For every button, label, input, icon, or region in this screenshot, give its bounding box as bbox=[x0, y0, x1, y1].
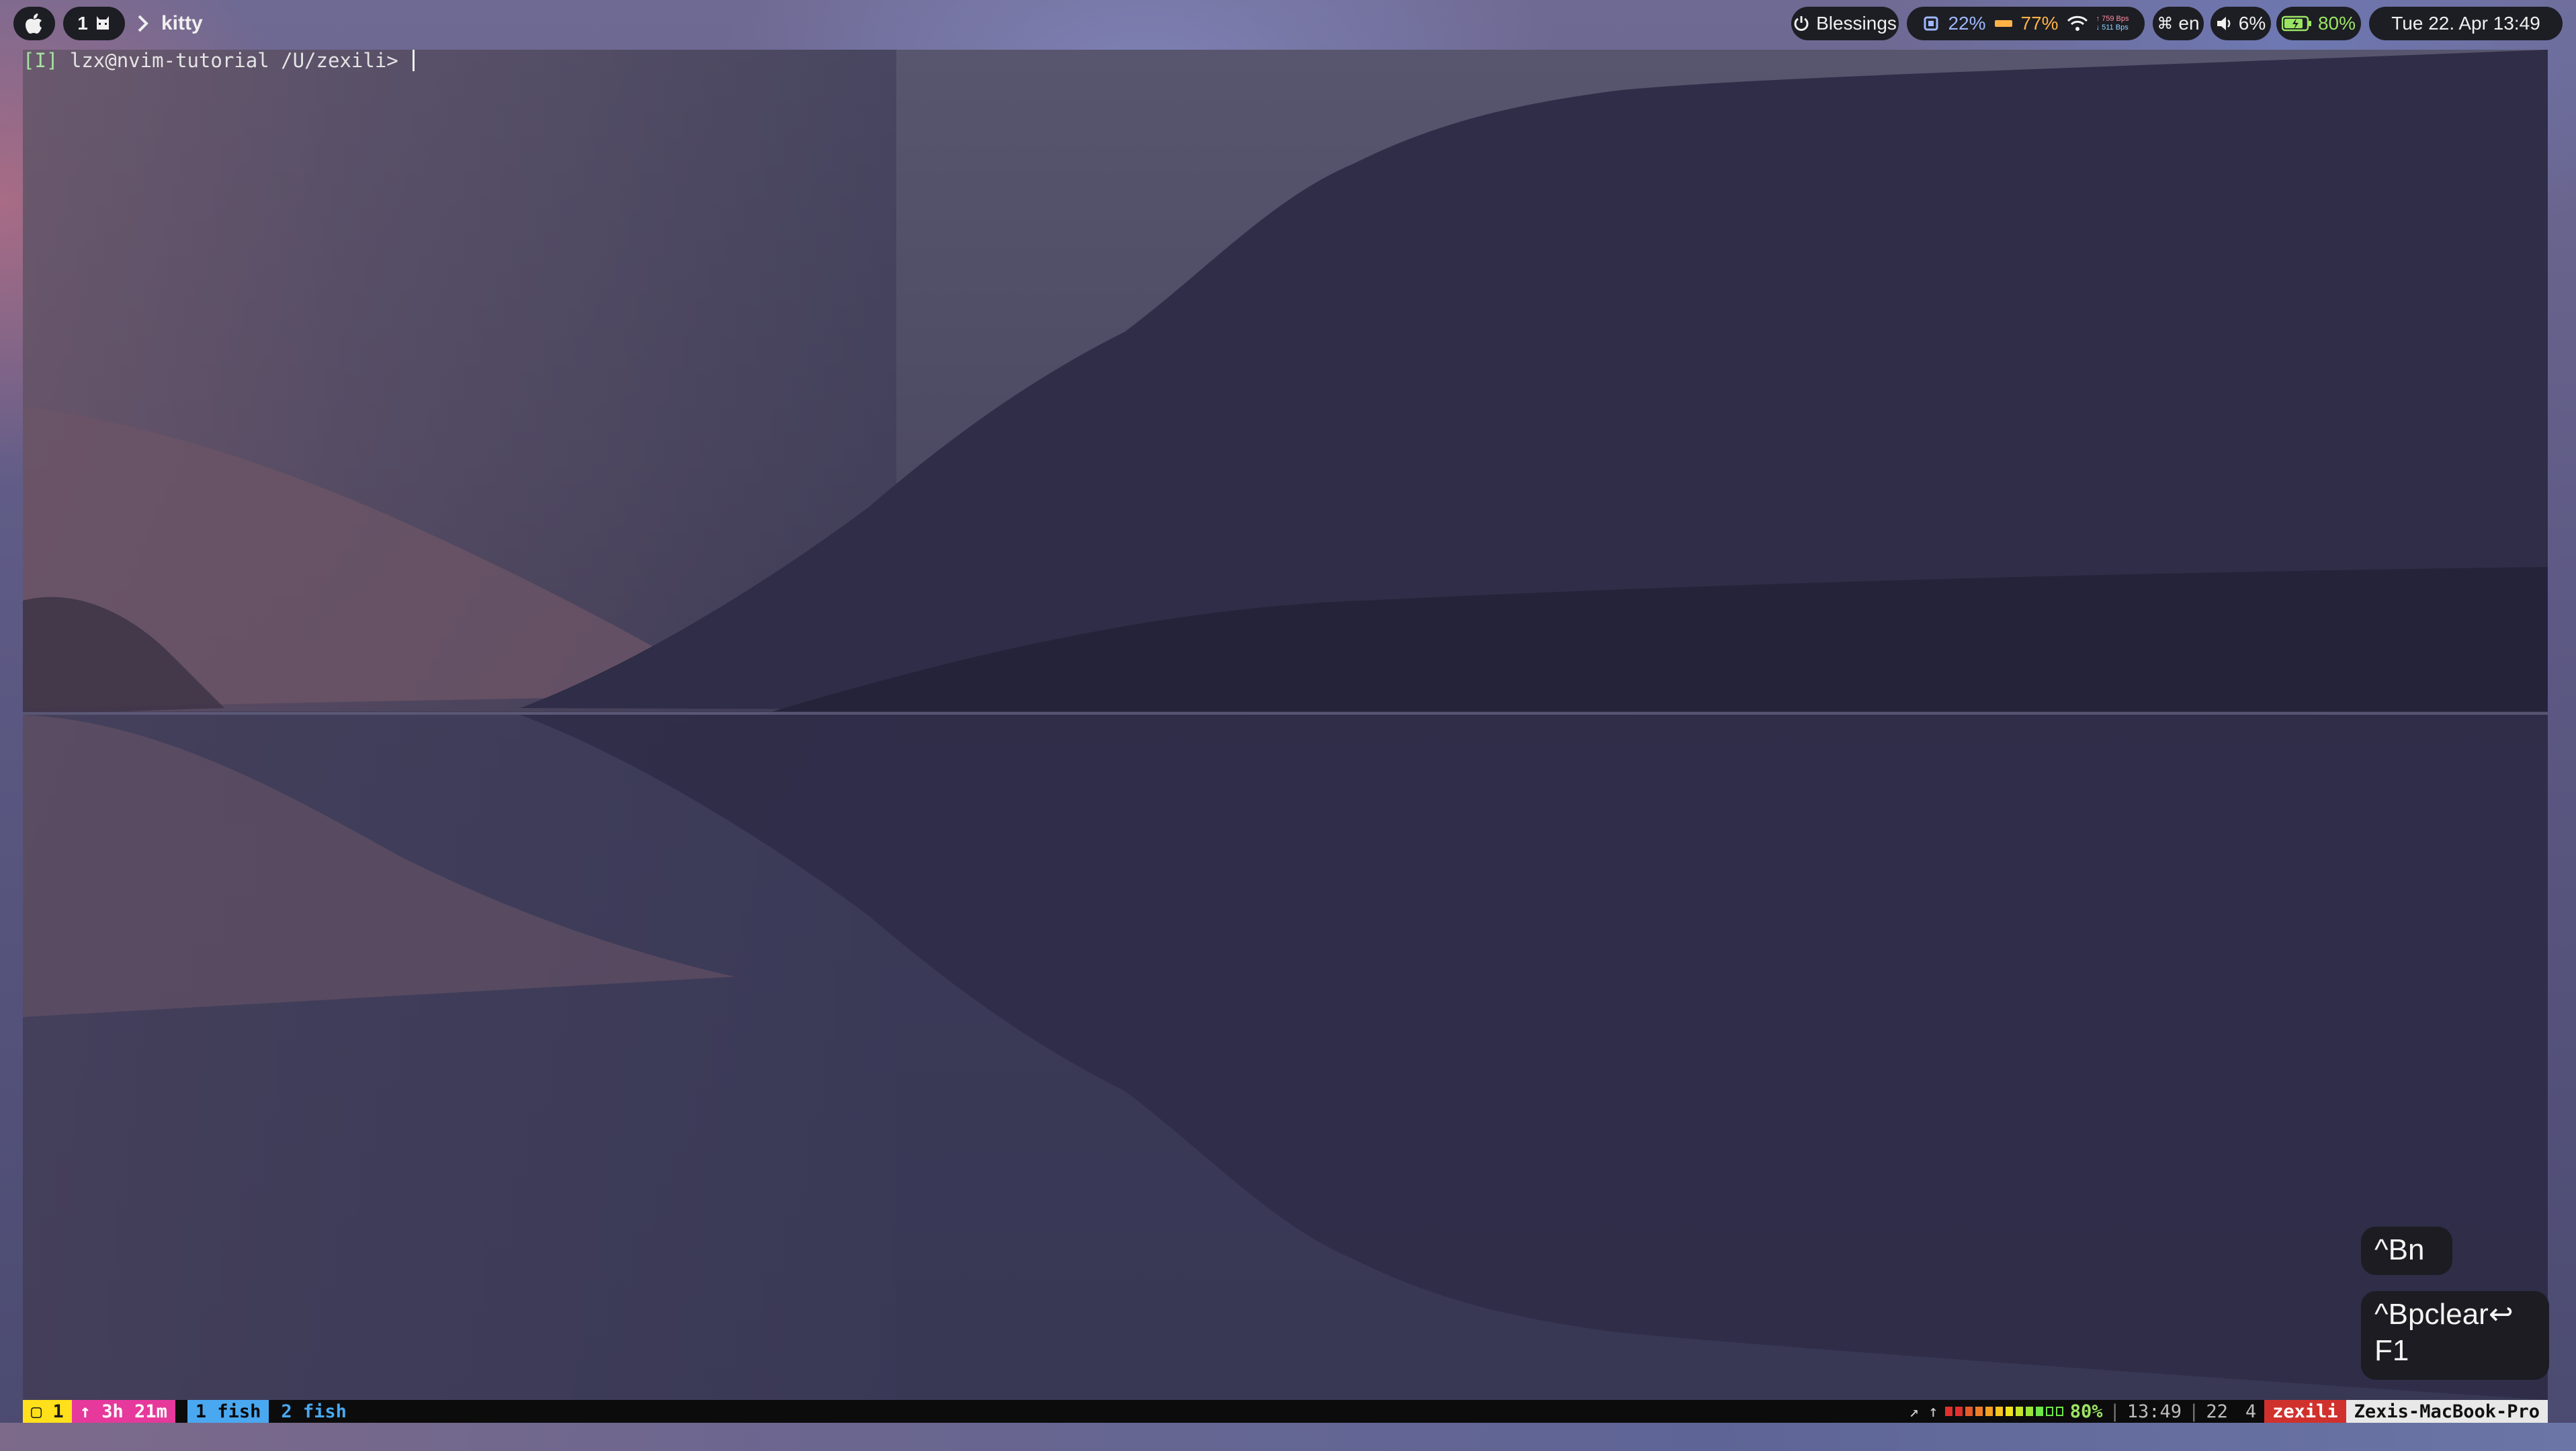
tmux-window-inactive[interactable]: 2 fish bbox=[273, 1400, 355, 1423]
tmux-uptime: ↑ 3h 21m bbox=[71, 1400, 175, 1423]
current-path: /U/zexili bbox=[281, 49, 387, 72]
input-source-widget[interactable]: ⌘ en bbox=[2153, 7, 2204, 40]
battery-charging-icon bbox=[2281, 15, 2313, 32]
command-key-icon: ⌘ bbox=[2157, 14, 2174, 33]
battery-value: 80% bbox=[2317, 13, 2356, 34]
separator: | bbox=[2188, 1401, 2200, 1422]
tmux-date-num: 4 bbox=[2245, 1401, 2257, 1422]
tmux-right-status: ↗ ↑ 80% | 13:49 | 22 4 zexili Zexis-MacB… bbox=[1909, 1400, 2548, 1423]
memory-icon bbox=[1994, 19, 2013, 28]
network-throughput: ↑ 759 Bps ↓ 511 Bps bbox=[2096, 15, 2129, 32]
terminal-background-wallpaper bbox=[23, 50, 2548, 1400]
tmux-battery-bars bbox=[1944, 1407, 2063, 1416]
tmux-host: Zexis-MacBook-Pro bbox=[2346, 1400, 2548, 1423]
datetime-value: Tue 22. Apr 13:49 bbox=[2391, 13, 2540, 34]
blessings-label: Blessings bbox=[1816, 13, 1897, 34]
input-source-value: en bbox=[2178, 13, 2200, 34]
cpu-value: 22% bbox=[1948, 13, 1986, 34]
kitty-cat-icon bbox=[95, 15, 111, 32]
wifi-icon bbox=[2067, 15, 2088, 32]
menu-bar: 1 kitty Blessings 22% 77% ↑ 759 Bps ↓ 51… bbox=[0, 0, 2576, 47]
space-number: 1 bbox=[77, 13, 88, 34]
tmux-window-active[interactable]: 1 fish bbox=[187, 1400, 269, 1423]
system-stats-widget[interactable]: 22% 77% ↑ 759 Bps ↓ 511 Bps bbox=[1907, 7, 2145, 40]
keystroke-text-line2: F1 bbox=[2374, 1334, 2409, 1367]
battery-widget[interactable]: 80% bbox=[2276, 7, 2361, 40]
lake-mountain-scene bbox=[23, 50, 2548, 1400]
apple-menu-button[interactable] bbox=[13, 7, 55, 40]
apple-icon bbox=[26, 13, 43, 34]
shell-prompt-line[interactable]: [I] lzx@nvim-tutorial /U/zexili > bbox=[23, 47, 415, 74]
vi-mode-indicator: [I] bbox=[23, 49, 58, 72]
tmux-status-bar: ▢ 1 ↑ 3h 21m 1 fish 2 fish ↗ ↑ 80% | 13:… bbox=[23, 1400, 2548, 1423]
keystroke-popup-prefix-n: ^Bn bbox=[2361, 1227, 2452, 1275]
net-down-value: 511 Bps bbox=[2102, 24, 2129, 32]
desktop-wallpaper-strip bbox=[0, 1423, 2576, 1451]
blessings-widget[interactable]: Blessings bbox=[1791, 7, 1899, 40]
net-up-value: 759 Bps bbox=[2102, 15, 2129, 23]
tmux-arrows: ↗ ↑ bbox=[1909, 1402, 1938, 1421]
tmux-date-day: 22 bbox=[2206, 1401, 2228, 1422]
tmux-time: 13:49 bbox=[2127, 1401, 2182, 1422]
separator: | bbox=[2109, 1401, 2120, 1422]
front-app: kitty bbox=[137, 7, 203, 40]
chevron-right-icon bbox=[137, 13, 149, 34]
user-host: lzx@nvim-tutorial bbox=[69, 49, 269, 72]
volume-widget[interactable]: 6% bbox=[2210, 7, 2271, 40]
volume-value: 6% bbox=[2238, 13, 2266, 34]
keystroke-popup-history: ^Bpclear↩ F1 bbox=[2361, 1291, 2549, 1380]
power-icon bbox=[1793, 15, 1809, 32]
keystroke-text-line1: ^Bpclear↩ bbox=[2374, 1298, 2514, 1331]
space-indicator[interactable]: 1 bbox=[63, 7, 125, 40]
tmux-battery-pct: 80% bbox=[2069, 1401, 2103, 1422]
speaker-icon bbox=[2216, 15, 2233, 32]
front-app-name: kitty bbox=[161, 12, 203, 34]
cpu-icon bbox=[1922, 15, 1940, 32]
keystroke-text: ^Bn bbox=[2374, 1233, 2425, 1266]
tmux-user: zexili bbox=[2264, 1400, 2346, 1423]
datetime-widget[interactable]: Tue 22. Apr 13:49 bbox=[2369, 7, 2563, 40]
tmux-session[interactable]: ▢ 1 bbox=[23, 1400, 72, 1423]
prompt-char: > bbox=[386, 49, 398, 72]
memory-value: 77% bbox=[2020, 13, 2059, 34]
text-cursor bbox=[413, 50, 415, 71]
